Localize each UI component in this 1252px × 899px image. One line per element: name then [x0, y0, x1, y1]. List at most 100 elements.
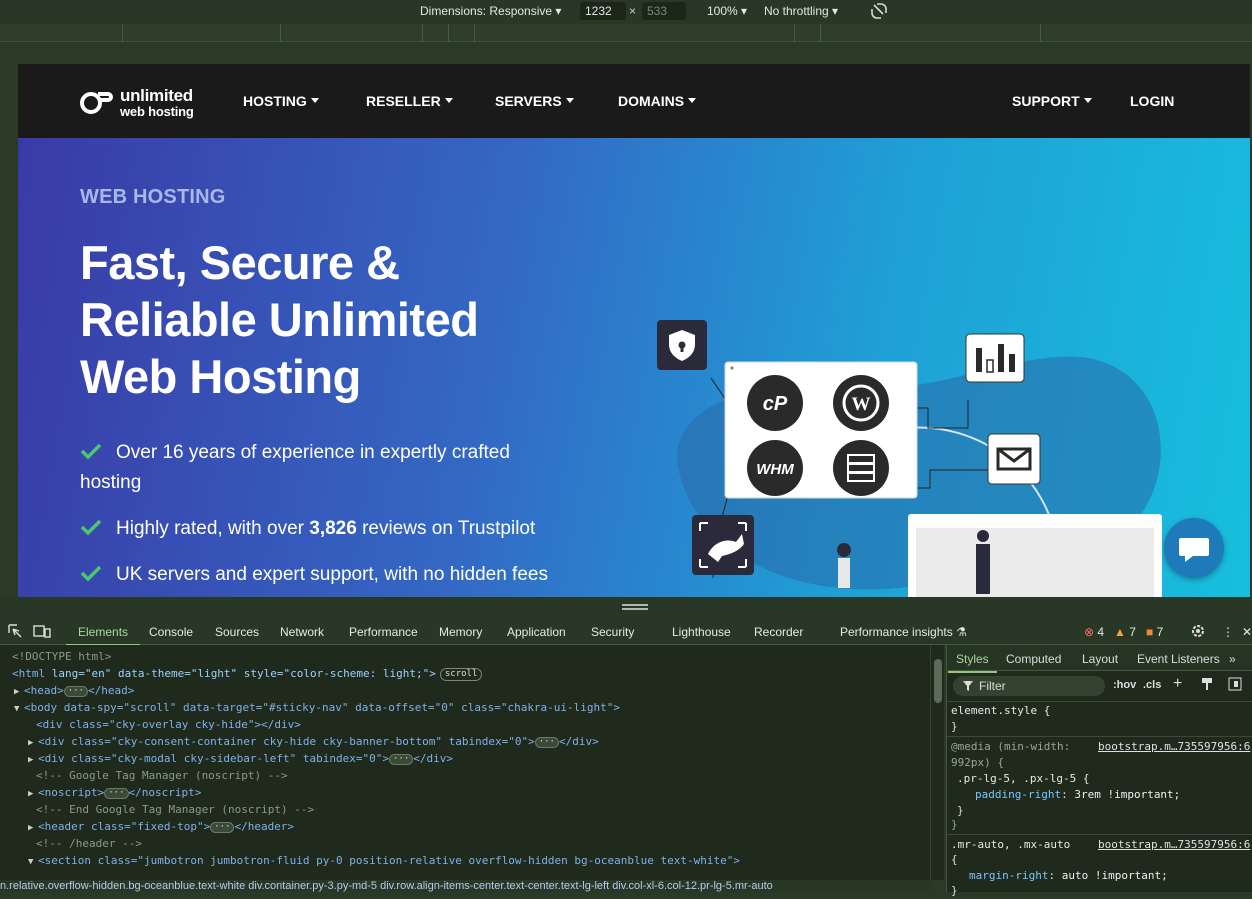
more-options-icon[interactable]: ⋮ — [1222, 625, 1234, 639]
dom-line-body[interactable]: ▼ <body data-spy="scroll" data-target="#s… — [14, 699, 620, 716]
svg-text:W: W — [852, 394, 871, 415]
margin-right-prop: margin-right — [969, 869, 1049, 882]
dom-line-section[interactable]: ▼ <section class="jumbotron jumbotron-flu… — [28, 852, 740, 869]
tab-performance[interactable]: Performance — [349, 625, 418, 639]
tab-sources[interactable]: Sources — [215, 625, 259, 639]
gtm-comment: <!-- Google Tag Manager (noscript) --> — [36, 769, 288, 782]
more-tabs-icon[interactable]: » — [1229, 652, 1236, 666]
rule-source-link-2[interactable]: bootstrap.m…735597956:6 — [1098, 837, 1250, 853]
tab-network[interactable]: Network — [280, 625, 324, 639]
collapse-triangle-icon[interactable]: ▼ — [14, 701, 24, 718]
height-input[interactable]: 533 — [642, 2, 686, 20]
tab-computed[interactable]: Computed — [1006, 652, 1061, 666]
inspect-element-icon[interactable] — [7, 623, 23, 642]
dom-line-comment-header[interactable]: <!-- /header --> — [36, 835, 142, 852]
nav-domains[interactable]: DOMAINS — [618, 93, 697, 109]
ellipsis-badge[interactable]: ··· — [534, 736, 559, 748]
chat-launcher[interactable] — [1164, 518, 1224, 578]
dom-line-comment-end-gtm[interactable]: <!-- End Google Tag Manager (noscript) -… — [36, 801, 314, 818]
cls-toggle[interactable]: .cls — [1143, 679, 1161, 691]
rule-media-query: @media (min-width: — [951, 739, 1070, 755]
tab-event-listeners[interactable]: Event Listeners — [1137, 652, 1220, 666]
tab-console[interactable]: Console — [149, 625, 193, 639]
dom-line-comment-gtm[interactable]: <!-- Google Tag Manager (noscript) --> — [36, 767, 288, 784]
tab-memory[interactable]: Memory — [439, 625, 482, 639]
hero-headline: Fast, Secure & Reliable Unlimited Web Ho… — [80, 234, 550, 405]
drag-handle-icon[interactable] — [622, 604, 648, 610]
flask-icon: ⚗ — [956, 625, 967, 639]
rule-mr-auto[interactable]: .mr-auto, .mx-auto — [951, 837, 1070, 853]
hov-toggle[interactable]: :hov — [1113, 679, 1136, 691]
tab-application[interactable]: Application — [507, 625, 566, 639]
dimensions-dropdown[interactable]: Dimensions: Responsive ▾ — [420, 4, 561, 18]
tab-recorder[interactable]: Recorder — [754, 625, 803, 639]
collapse-triangle-icon[interactable]: ▼ — [28, 854, 38, 871]
elements-scrollbar[interactable] — [930, 645, 944, 880]
devtools-resizer[interactable] — [0, 597, 1252, 619]
error-count[interactable]: ⊗ 4 — [1084, 625, 1104, 639]
ellipsis-badge[interactable]: ··· — [104, 787, 129, 799]
tab-layout[interactable]: Layout — [1082, 652, 1118, 666]
scroll-badge[interactable]: scroll — [439, 667, 483, 681]
add-rule-icon[interactable]: + — [1173, 675, 1182, 693]
ellipsis-badge[interactable]: ··· — [63, 685, 89, 697]
rule-pr-lg-5-close: } — [957, 803, 964, 819]
header-close-tag: </header> — [234, 820, 295, 833]
styles-filter-input[interactable]: Filter — [953, 676, 1105, 696]
bullet-reviews-post: reviews on Trustpilot — [356, 518, 536, 539]
tab-lighthouse[interactable]: Lighthouse — [672, 625, 731, 639]
dom-line-header[interactable]: ▶ <header class="fixed-top"> ··· </header> — [28, 818, 294, 835]
styles-divider — [947, 834, 1252, 835]
issue-count[interactable]: ■ 7 — [1146, 625, 1163, 639]
body-tag: <body data-spy="scroll" data-target="#st… — [24, 701, 621, 714]
nav-reseller[interactable]: RESELLER — [366, 93, 453, 109]
styles-tabbar: Styles Computed Layout Event Listeners » — [947, 645, 1252, 673]
nav-login[interactable]: LOGIN — [1130, 93, 1174, 109]
site-logo[interactable]: unlimited web hosting — [80, 84, 210, 120]
tab-performance-insights[interactable]: Performance insights ⚗ — [840, 625, 967, 639]
media-query-text: @media (min-width: — [951, 740, 1071, 753]
pr-lg-5-selector: .pr-lg-5, .px-lg-5 { — [957, 772, 1090, 785]
dom-line-head[interactable]: ▶ <head> ··· </head> — [14, 682, 134, 699]
close-icon[interactable]: ✕ — [1242, 625, 1252, 639]
width-input[interactable]: 1232 — [580, 2, 626, 20]
nav-hosting[interactable]: HOSTING — [243, 93, 319, 109]
modal-tag: <div class="cky-modal cky-sidebar-left" … — [38, 752, 389, 765]
paint-brush-icon[interactable] — [1201, 677, 1213, 694]
warning-count-label: 7 — [1129, 625, 1136, 639]
device-toggle-icon[interactable] — [33, 623, 51, 642]
ellipsis-badge[interactable]: ··· — [389, 753, 414, 765]
site-navbar: unlimited web hosting HOSTING RESELLER S… — [18, 64, 1250, 138]
throttle-dropdown[interactable]: No throttling ▾ — [764, 4, 838, 18]
rule-source-link[interactable]: bootstrap.m…735597956:6 — [1098, 739, 1250, 755]
zoom-dropdown[interactable]: 100% ▾ — [707, 4, 747, 18]
noscript-close-tag: </noscript> — [128, 786, 202, 799]
dom-line-consent[interactable]: ▶ <div class="cky-consent-container cky-h… — [28, 733, 599, 750]
decl-padding-right[interactable]: padding-right: 3rem !important; — [975, 787, 1180, 803]
nav-servers[interactable]: SERVERS — [495, 93, 574, 109]
rule-element-style[interactable]: element.style { — [951, 703, 1050, 719]
decl-margin-right[interactable]: margin-right: auto !important; — [969, 868, 1168, 884]
scrollbar-thumb[interactable] — [934, 659, 942, 703]
dom-line-html[interactable]: <html lang="en" data-theme="light" style… — [12, 665, 483, 682]
throttle-label: No throttling — [764, 4, 829, 18]
issue-icon: ■ — [1146, 625, 1154, 639]
tab-elements[interactable]: Elements — [65, 625, 141, 646]
filter-placeholder: Filter — [979, 679, 1006, 693]
ellipsis-badge[interactable]: ··· — [210, 821, 235, 833]
hosting-illustration: cP W WHM — [657, 320, 1162, 597]
tab-styles[interactable]: Styles — [948, 652, 997, 673]
toggle-sidebar-icon[interactable] — [1228, 677, 1242, 694]
nav-support[interactable]: SUPPORT — [1012, 93, 1092, 109]
dom-line-noscript[interactable]: ▶ <noscript> ··· </noscript> — [28, 784, 201, 801]
gear-icon[interactable] — [1190, 623, 1206, 642]
dom-breadcrumbs[interactable]: n.relative.overflow-hidden.bg-oceanblue.… — [0, 880, 930, 892]
rule-pr-lg-5[interactable]: .pr-lg-5, .px-lg-5 { — [957, 771, 1089, 787]
rotate-icon[interactable] — [870, 2, 888, 23]
dom-line-overlay[interactable]: <div class="cky-overlay cky-hide"></div> — [36, 716, 301, 733]
dom-line-doctype[interactable]: <!DOCTYPE html> — [12, 648, 111, 665]
warning-count[interactable]: ▲ 7 — [1114, 625, 1136, 639]
tab-security[interactable]: Security — [591, 625, 634, 639]
dom-line-modal[interactable]: ▶ <div class="cky-modal cky-sidebar-left"… — [28, 750, 453, 767]
review-count: 3,826 — [309, 518, 357, 539]
